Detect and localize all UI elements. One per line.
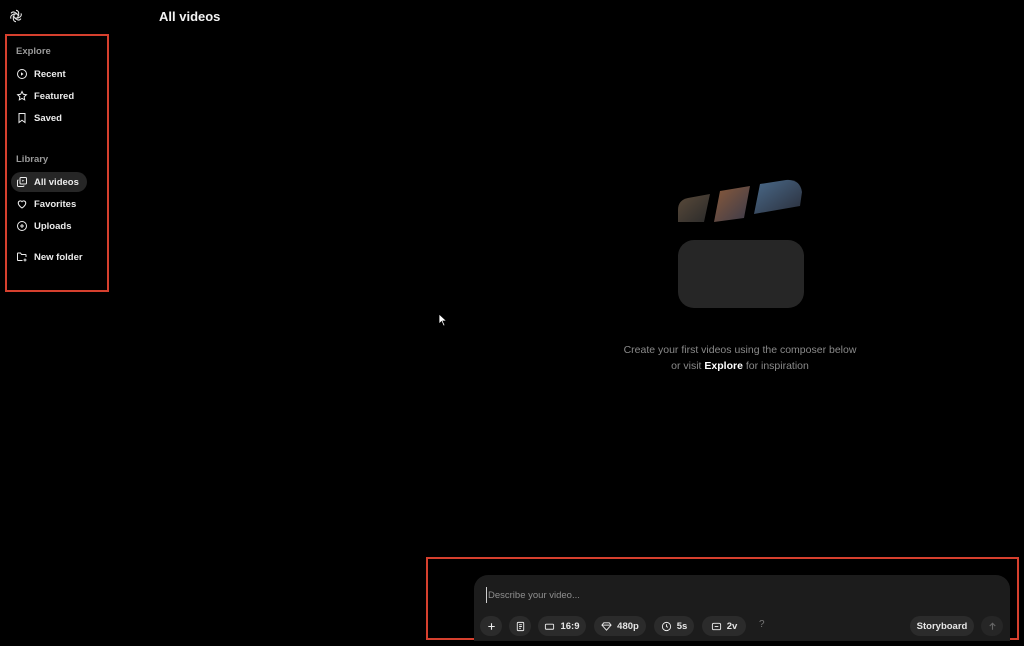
aspect-ratio-value: 16:9 [560,620,580,632]
heart-icon [17,200,27,209]
plus-icon [487,622,495,630]
empty-state-message: Create your first videos using the compo… [590,342,890,374]
bookmark-icon [18,113,26,124]
storyboard-label: Storyboard [916,620,968,632]
star-icon [16,90,28,101]
sidebar-item-label: All videos [34,176,79,188]
mouse-cursor-icon [438,313,448,327]
diamond-icon [601,621,612,631]
resolution-button[interactable]: 480p [594,616,646,636]
storyboard-button[interactable]: Storyboard [910,616,974,636]
sidebar-item-featured[interactable]: Featured [11,86,87,106]
sidebar-item-new-folder[interactable]: New folder [11,247,87,267]
sidebar-item-label: Uploads [34,220,72,232]
aspect-ratio-button[interactable]: 16:9 [538,616,586,636]
variations-value: 2v [726,620,738,632]
openai-logo-icon[interactable] [8,8,24,24]
duration-button[interactable]: 5s [654,616,694,636]
sidebar-item-label: New folder [34,251,83,263]
sidebar-item-label: Featured [34,90,75,102]
variations-button[interactable]: 2v [702,616,746,636]
variations-icon [711,622,721,630]
sidebar-item-saved[interactable]: Saved [11,108,87,128]
play-circle-icon [17,69,27,79]
explore-link[interactable]: Explore [704,360,743,372]
explore-section-label: Explore [16,46,51,57]
empty-state-suffix: for inspiration [742,360,809,372]
empty-state-prefix: or visit [671,360,705,372]
add-media-button[interactable] [480,616,502,636]
sidebar-item-uploads[interactable]: Uploads [11,216,87,236]
aspect-ratio-icon [545,623,555,630]
duration-value: 5s [676,620,688,632]
library-section-label: Library [16,154,49,165]
empty-state-line2: or visit Explore for inspiration [590,358,890,374]
app-root: All videos Explore Recent Featured Saved… [0,0,1024,646]
sidebar-item-label: Saved [34,112,62,124]
clapperboard-icon [678,179,804,308]
prompt-input[interactable] [486,587,986,603]
sidebar-item-recent[interactable]: Recent [11,64,87,84]
video-stack-icon [17,177,27,187]
sidebar-item-label: Favorites [34,198,77,210]
resolution-value: 480p [617,620,639,632]
sidebar-item-label: Recent [34,68,66,80]
sidebar-item-favorites[interactable]: Favorites [11,194,87,214]
clock-icon [661,621,671,631]
submit-button[interactable] [981,616,1003,636]
new-folder-icon [17,252,27,262]
sidebar: Explore Recent Featured Saved Library Al… [5,34,109,292]
preset-button[interactable] [509,616,531,636]
sidebar-item-all-videos[interactable]: All videos [11,172,87,192]
composer: 16:9 480p 5s 2v ? Storyboard [474,575,1010,641]
plus-circle-icon [17,221,27,231]
arrow-up-icon [988,622,996,630]
help-button[interactable]: ? [759,619,765,630]
document-icon [516,621,524,631]
empty-state-line1: Create your first videos using the compo… [623,344,857,356]
page-title: All videos [159,9,221,24]
